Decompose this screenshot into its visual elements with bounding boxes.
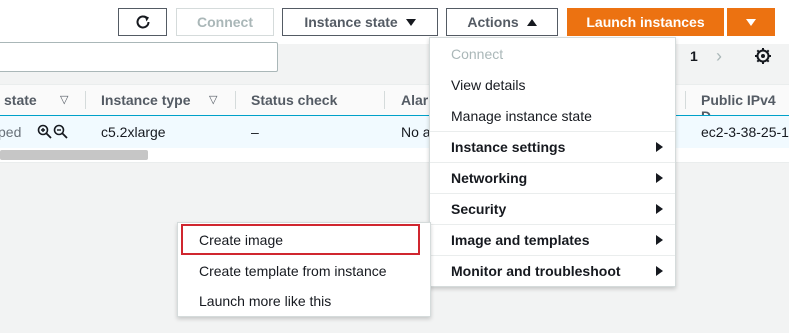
next-page-icon[interactable]: › — [716, 46, 722, 67]
submenu-item-launch-more[interactable]: Launch more like this — [178, 285, 430, 316]
sort-icon[interactable]: ▽ — [209, 93, 217, 106]
launch-options-button[interactable] — [727, 8, 775, 36]
chevron-right-icon — [656, 142, 663, 152]
sort-icon[interactable]: ▽ — [60, 93, 68, 106]
cell-instance-type: c5.2xlarge — [101, 124, 166, 140]
column-header-alarm[interactable]: Alar — [401, 92, 428, 108]
search-input[interactable] — [0, 42, 278, 72]
menu-item-monitor-and-troubleshoot[interactable]: Monitor and troubleshoot — [430, 255, 675, 286]
gear-icon[interactable] — [754, 47, 772, 65]
menu-item-security[interactable]: Security — [430, 193, 675, 224]
highlight-box — [181, 224, 420, 255]
caret-down-icon — [746, 18, 756, 26]
page-number[interactable]: 1 — [690, 48, 698, 64]
column-header-status-check[interactable]: Status check — [251, 92, 337, 108]
refresh-icon — [136, 15, 149, 29]
launch-instances-button[interactable]: Launch instances — [567, 8, 724, 36]
menu-item-image-and-templates[interactable]: Image and templates — [430, 224, 675, 255]
caret-down-icon — [405, 18, 416, 26]
menu-item-connect: Connect — [451, 45, 504, 62]
cell-status-check: – — [251, 124, 259, 140]
column-divider — [384, 91, 385, 109]
column-header-state[interactable]: state — [4, 92, 37, 108]
chevron-right-icon — [656, 204, 663, 214]
caret-up-icon — [526, 18, 537, 26]
zoom-in-icon[interactable] — [37, 124, 52, 139]
scrollbar-thumb[interactable] — [0, 150, 148, 160]
cell-public-ipv4: ec2-3-38-25-1 — [701, 124, 789, 140]
cell-state: ped — [0, 124, 22, 140]
menu-item-view-details[interactable]: View details — [430, 69, 675, 100]
instance-state-button[interactable]: Instance state — [282, 8, 438, 36]
menu-item-manage-instance-state[interactable]: Manage instance state — [430, 100, 675, 131]
refresh-button[interactable] — [118, 8, 167, 36]
menu-item-networking[interactable]: Networking — [430, 162, 675, 193]
cell-alarm: No a — [401, 124, 431, 140]
column-divider — [85, 91, 86, 109]
chevron-right-icon — [656, 173, 663, 183]
chevron-right-icon — [656, 235, 663, 245]
submenu-item-create-template[interactable]: Create template from instance — [178, 255, 430, 286]
column-divider — [235, 91, 236, 109]
zoom-out-icon[interactable] — [53, 124, 68, 139]
column-header-instance-type[interactable]: Instance type — [101, 92, 190, 108]
menu-item-instance-settings[interactable]: Instance settings — [430, 131, 675, 162]
actions-button[interactable]: Actions — [446, 8, 558, 36]
chevron-right-icon — [656, 266, 663, 276]
connect-button[interactable]: Connect — [176, 8, 274, 36]
column-divider — [685, 91, 686, 109]
image-templates-submenu: Create image Create template from instan… — [177, 222, 431, 317]
actions-menu: Connect View details Manage instance sta… — [429, 37, 676, 287]
